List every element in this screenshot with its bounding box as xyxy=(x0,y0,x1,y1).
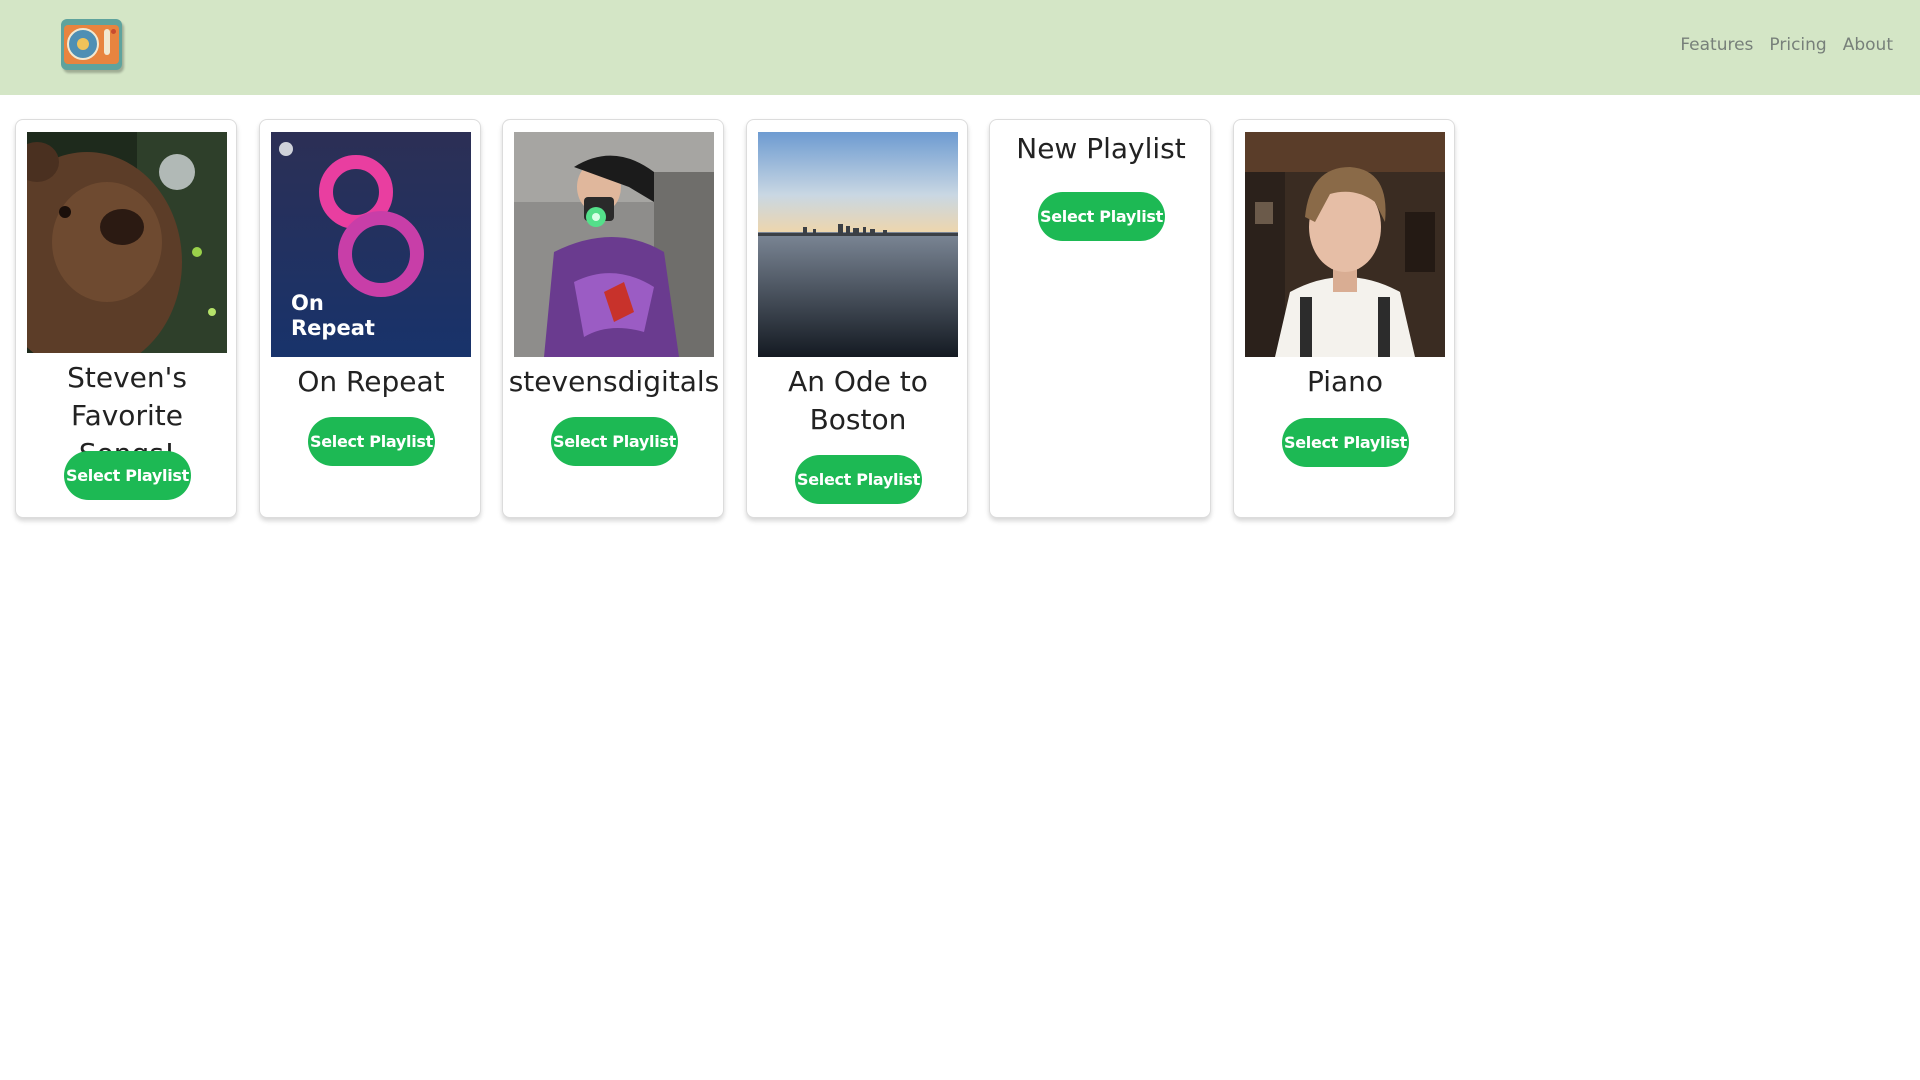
playlist-card: stevensdigitals Select Playlist xyxy=(502,119,724,518)
playlist-title: On Repeat xyxy=(297,365,445,398)
playlist-cover-boston-skyline xyxy=(758,132,958,357)
on-repeat-cover-text-line2: Repeat xyxy=(291,316,375,340)
playlist-title: stevensdigitals xyxy=(508,365,720,398)
nav-link-features[interactable]: Features xyxy=(1680,35,1753,55)
nav-links: Features Pricing About xyxy=(1680,35,1893,55)
select-playlist-button[interactable]: Select Playlist xyxy=(551,417,678,466)
nav-link-about[interactable]: About xyxy=(1843,35,1893,55)
on-repeat-cover-text-line1: On xyxy=(291,291,324,315)
playlist-title: Piano xyxy=(1306,365,1384,398)
select-playlist-button[interactable]: Select Playlist xyxy=(308,417,435,466)
playlist-cover-camera-person xyxy=(514,132,714,357)
playlist-card: Piano Select Playlist xyxy=(1233,119,1455,518)
select-playlist-button[interactable]: Select Playlist xyxy=(1038,192,1165,241)
playlist-title: An Ode to Boston xyxy=(788,365,928,436)
top-navbar: Features Pricing About xyxy=(0,0,1920,95)
nav-link-pricing[interactable]: Pricing xyxy=(1769,35,1826,55)
select-playlist-button[interactable]: Select Playlist xyxy=(64,451,191,500)
logo-tonearm xyxy=(104,29,110,55)
playlist-card: New Playlist Select Playlist xyxy=(989,119,1211,518)
playlist-card: An Ode to Boston Select Playlist xyxy=(746,119,968,518)
logo-knob xyxy=(111,29,116,34)
playlist-cover-on-repeat: On Repeat xyxy=(271,132,471,357)
playlist-cover-portrait xyxy=(1245,132,1445,357)
playlist-card: Steven's Favorite Songs! Select Playlist xyxy=(15,119,237,518)
playlist-title: New Playlist xyxy=(1016,132,1186,165)
playlist-cover-teddy-bear xyxy=(27,132,227,353)
turntable-logo-icon[interactable] xyxy=(61,19,122,70)
playlist-card: On Repeat On Repeat Select Playlist xyxy=(259,119,481,518)
select-playlist-button[interactable]: Select Playlist xyxy=(1282,418,1409,467)
logo-record xyxy=(67,28,99,60)
select-playlist-button[interactable]: Select Playlist xyxy=(795,455,922,504)
